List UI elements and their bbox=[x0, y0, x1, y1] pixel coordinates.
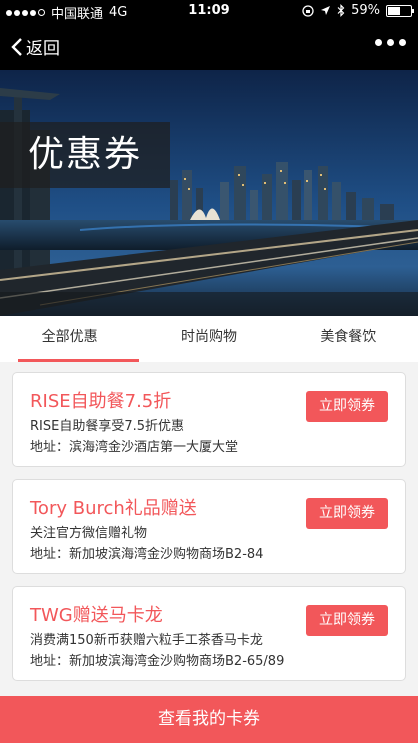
tab-food-dining[interactable]: 美食餐饮 bbox=[279, 316, 418, 362]
tab-fashion-shopping[interactable]: 时尚购物 bbox=[139, 316, 278, 362]
tab-all-offers[interactable]: 全部优惠 bbox=[0, 316, 140, 362]
coupon-description: 消费满150新币获赠六粒手工茶香马卡龙 bbox=[30, 633, 263, 648]
coupon-description: RISE自助餐享受7.5折优惠 bbox=[30, 419, 185, 434]
coupon-title: RISE自助餐7.5折 bbox=[30, 391, 172, 412]
coupon-list: RISE自助餐7.5折 RISE自助餐享受7.5折优惠 地址：滨海湾金沙酒店第一… bbox=[12, 372, 406, 693]
back-label: 返回 bbox=[26, 39, 60, 59]
view-my-coupons-button[interactable]: 查看我的卡券 bbox=[0, 696, 418, 743]
category-tabs: 全部优惠 时尚购物 美食餐饮 bbox=[0, 316, 418, 362]
back-button[interactable]: 返回 bbox=[10, 34, 60, 59]
coupon-card: RISE自助餐7.5折 RISE自助餐享受7.5折优惠 地址：滨海湾金沙酒店第一… bbox=[12, 372, 406, 467]
city-skyline-image bbox=[0, 70, 418, 316]
bluetooth-icon bbox=[337, 4, 345, 17]
chevron-left-icon bbox=[11, 37, 22, 56]
status-right: 59% bbox=[302, 3, 414, 18]
coupon-address: 地址：滨海湾金沙酒店第一大厦大堂 bbox=[30, 440, 239, 455]
coupon-title: TWG赠送马卡龙 bbox=[30, 605, 163, 626]
coupon-card: TWG赠送马卡龙 消费满150新币获赠六粒手工茶香马卡龙 地址：新加坡滨海湾金沙… bbox=[12, 586, 406, 681]
status-bar: 中国联通 4G 11:09 59% bbox=[0, 0, 418, 22]
coupon-address: 地址：新加坡滨海湾金沙购物商场B2-65/89 bbox=[30, 654, 285, 669]
battery-percent: 59% bbox=[351, 3, 380, 18]
lock-rotation-icon bbox=[302, 4, 314, 17]
location-arrow-icon bbox=[321, 6, 331, 15]
coupon-card: Tory Burch礼品赠送 关注官方微信赠礼物 地址：新加坡滨海湾金沙购物商场… bbox=[12, 479, 406, 574]
nav-bar: 返回 bbox=[0, 22, 418, 70]
more-dots-icon[interactable] bbox=[375, 39, 406, 46]
coupon-address: 地址：新加坡滨海湾金沙购物商场B2-84 bbox=[30, 547, 264, 562]
claim-coupon-button[interactable]: 立即领券 bbox=[306, 498, 388, 529]
hero-banner: 优惠券 bbox=[0, 70, 418, 316]
hero-title: 优惠券 bbox=[0, 122, 170, 188]
claim-coupon-button[interactable]: 立即领券 bbox=[306, 605, 388, 636]
coupon-title: Tory Burch礼品赠送 bbox=[30, 498, 197, 519]
coupon-description: 关注官方微信赠礼物 bbox=[30, 526, 148, 541]
claim-coupon-button[interactable]: 立即领券 bbox=[306, 391, 388, 422]
battery-icon bbox=[386, 4, 414, 17]
